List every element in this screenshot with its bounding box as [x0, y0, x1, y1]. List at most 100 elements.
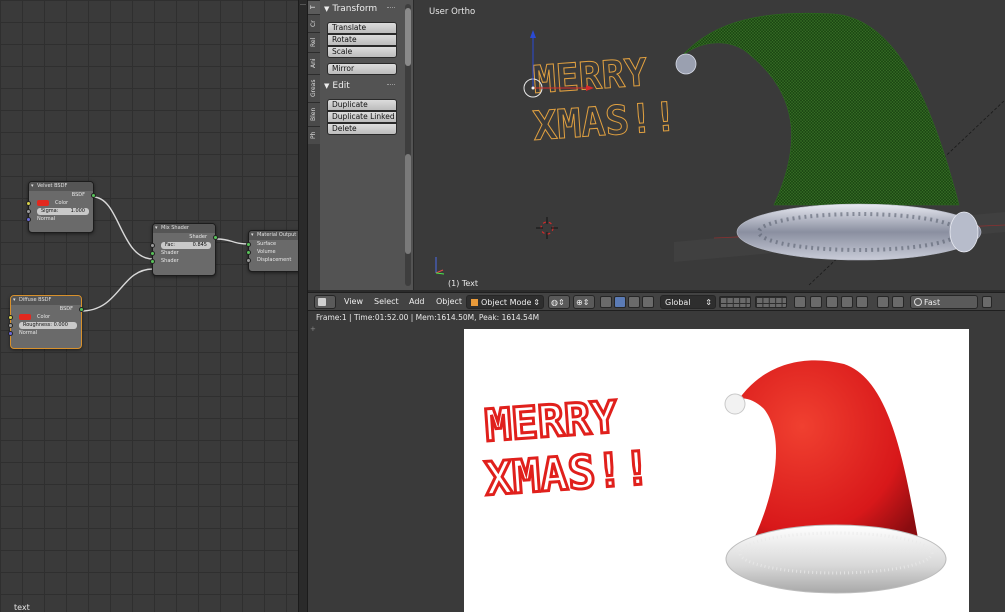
node-output-bsdf: BSDF — [29, 191, 96, 199]
mode-select[interactable]: Object Mode ⇕ — [466, 295, 544, 309]
node-input-roughness[interactable]: Roughness: 0.000 — [8, 321, 81, 329]
socket-icon[interactable] — [26, 216, 31, 222]
object-mode-icon — [471, 299, 478, 306]
node-material-output[interactable]: Material Output Surface Volume Displacem… — [246, 230, 298, 272]
menu-view[interactable]: View — [344, 293, 363, 311]
menu-object[interactable]: Object — [436, 293, 462, 311]
splitter-grip-icon[interactable] — [300, 4, 306, 18]
socket-icon[interactable] — [246, 241, 251, 247]
snap-toggle-icon[interactable] — [826, 296, 838, 308]
collapse-triangle-icon[interactable]: ▼ — [324, 5, 329, 13]
proportional-edit-icon[interactable] — [810, 296, 822, 308]
menu-add[interactable]: Add — [409, 293, 425, 311]
scrollbar-thumb[interactable] — [405, 8, 411, 66]
snap-element-icon[interactable] — [841, 296, 853, 308]
node-input-surface: Surface — [246, 240, 298, 248]
sigma-field[interactable]: Sigma: 1.000 — [37, 208, 89, 215]
color-swatch[interactable] — [37, 199, 49, 206]
opengl-render-icon[interactable] — [877, 296, 889, 308]
node-title: Velvet BSDF — [29, 182, 93, 191]
render-hat-brim — [725, 524, 947, 594]
panel-transform-header[interactable]: ▼ Transform — [320, 2, 413, 16]
area-splitter[interactable] — [298, 0, 308, 612]
node-input-color[interactable]: Color — [26, 199, 93, 207]
node-mix-shader[interactable]: Mix Shader Shader Fac:0.845 Shader Shade… — [150, 223, 218, 276]
pivot-select[interactable]: ⊕⇕ — [573, 295, 595, 309]
node-input-shader-2: Shader — [150, 257, 215, 265]
socket-icon[interactable] — [79, 306, 84, 312]
node-editor[interactable]: Velvet BSDF BSDF Color Sigma:1.000 Norma… — [0, 0, 298, 612]
socket-icon[interactable] — [8, 314, 13, 320]
tab-blender[interactable]: Blen — [308, 102, 320, 126]
tab-create[interactable]: Cr — [308, 14, 320, 32]
layers-row-2-icon[interactable] — [755, 296, 787, 308]
snap-target-icon[interactable] — [856, 296, 868, 308]
scale-manipulator-icon[interactable] — [642, 296, 654, 308]
render-preview-area[interactable]: Frame:1 | Time:01:52.00 | Mem:1614.50M, … — [308, 311, 1005, 612]
node-output-shader: Shader — [153, 233, 218, 241]
viewport-title: User Ortho — [429, 7, 476, 17]
socket-icon[interactable] — [8, 322, 13, 328]
node-input-fac[interactable]: Fac: 0.845 — [150, 241, 215, 249]
3d-viewport[interactable]: MERRY XMAS!! User Ortho (1) Text — [414, 0, 1005, 290]
tab-relations[interactable]: Rel — [308, 32, 320, 52]
link-mix-to-output — [216, 238, 250, 245]
shading-select[interactable]: ◍⇕ — [548, 295, 570, 309]
duplicate-button[interactable]: Duplicate — [327, 99, 397, 111]
add-region-icon[interactable]: + — [310, 325, 316, 333]
tab-grease-pencil[interactable]: Greas — [308, 74, 320, 102]
layers-row-1-icon[interactable] — [719, 296, 751, 308]
node-velvet-bsdf[interactable]: Velvet BSDF BSDF Color Sigma:1.000 Norma… — [26, 181, 96, 233]
render-preset-select[interactable]: Fast Preview — [910, 295, 978, 320]
translate-button[interactable]: Translate — [327, 22, 397, 34]
color-swatch[interactable] — [19, 313, 31, 320]
scene-text-xmas: XMAS!! — [531, 94, 678, 150]
menu-select[interactable]: Select — [374, 293, 399, 311]
fac-field[interactable]: Fac: 0.845 — [161, 242, 211, 249]
tab-tools[interactable]: T — [308, 0, 320, 14]
collapse-triangle-icon[interactable]: ▼ — [324, 82, 329, 90]
node-output-bsdf: BSDF — [11, 305, 84, 313]
manipulator-toggle-icon[interactable] — [600, 296, 612, 308]
orientation-select[interactable]: Global ⇕ — [660, 295, 716, 309]
lock-layers-icon[interactable] — [794, 296, 806, 308]
rotate-button[interactable]: Rotate — [327, 34, 397, 46]
node-input-color[interactable]: Color — [8, 313, 81, 321]
node-diffuse-bsdf[interactable]: Diffuse BSDF BSDF Color Roughness: 0.000… — [8, 295, 84, 349]
socket-icon[interactable] — [26, 208, 31, 214]
node-input-sigma[interactable]: Sigma: 1.000 — [26, 207, 93, 215]
render-info-bar: Frame:1 | Time:01:52.00 | Mem:1614.50M, … — [308, 311, 1005, 324]
opengl-animation-icon[interactable] — [892, 296, 904, 308]
mirror-button[interactable]: Mirror — [327, 63, 397, 75]
socket-icon[interactable] — [26, 200, 31, 206]
socket-icon[interactable] — [150, 250, 155, 256]
scale-button[interactable]: Scale — [327, 46, 397, 58]
rotate-manipulator-icon[interactable] — [628, 296, 640, 308]
socket-icon[interactable] — [150, 242, 155, 248]
socket-icon[interactable] — [8, 330, 13, 336]
socket-icon[interactable] — [150, 258, 155, 264]
node-title: Material Output — [249, 231, 298, 240]
socket-icon[interactable] — [213, 234, 218, 240]
node-input-volume: Volume — [246, 248, 298, 256]
roughness-field[interactable]: Roughness: 0.000 — [19, 322, 77, 329]
scrollbar-thumb[interactable] — [405, 154, 411, 254]
socket-icon[interactable] — [91, 192, 96, 198]
tab-animation[interactable]: Ani — [308, 52, 320, 74]
area-options-icon[interactable] — [982, 296, 992, 308]
drag-handle-icon[interactable] — [387, 84, 395, 85]
panel-edit-header[interactable]: ▼ Edit — [320, 79, 413, 93]
translate-manipulator-icon[interactable] — [614, 296, 626, 308]
render-hat-cone — [739, 360, 919, 549]
node-input-shader-1: Shader — [150, 249, 215, 257]
tool-shelf-scrollbar[interactable] — [405, 4, 411, 286]
socket-icon[interactable] — [246, 257, 251, 263]
editor-type-icon[interactable] — [314, 295, 336, 309]
socket-icon[interactable] — [246, 249, 251, 255]
tab-physics[interactable]: Ph — [308, 126, 320, 144]
node-title: Diffuse BSDF — [11, 296, 81, 305]
drag-handle-icon[interactable] — [387, 7, 395, 8]
delete-button[interactable]: Delete — [327, 123, 397, 135]
duplicate-linked-button[interactable]: Duplicate Linked — [327, 111, 397, 123]
viewport-scene: MERRY XMAS!! — [435, 12, 1005, 286]
